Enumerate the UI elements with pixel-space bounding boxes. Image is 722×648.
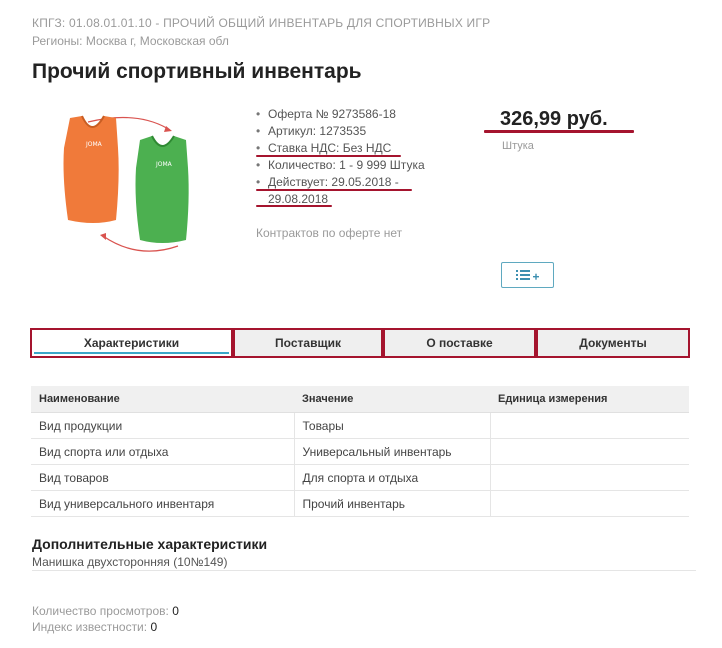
popularity-label: Индекс известности:: [32, 620, 148, 634]
cell-value: Для спорта и отдыха: [293, 464, 490, 491]
cell-value: Товары: [293, 412, 490, 439]
page-title: Прочий спортивный инвентарь: [32, 60, 362, 83]
table-row: Вид универсального инвентаря Прочий инве…: [31, 490, 689, 517]
cell-name: Вид спорта или отдыха: [31, 438, 294, 465]
column-header-unit: Единица измерения: [490, 386, 689, 413]
tab-characteristics[interactable]: Характеристики: [30, 328, 233, 358]
quantity-range: Количество: 1 - 9 999 Штука: [256, 157, 428, 174]
additional-characteristics-value: Манишка двухсторонняя (10№149): [32, 555, 228, 569]
cell-unit: [489, 438, 689, 465]
views-label: Количество просмотров:: [32, 604, 169, 618]
article-number: Артикул: 1273535: [256, 123, 428, 140]
cell-name: Вид продукции: [31, 412, 294, 439]
table-row: Вид спорта или отдыха Универсальный инве…: [31, 438, 689, 465]
validity-underline-1: [256, 189, 412, 191]
divider: [32, 570, 696, 571]
tab-supplier[interactable]: Поставщик: [233, 328, 383, 358]
svg-text:JOMA: JOMA: [155, 161, 173, 168]
product-page: КПГЗ: 01.08.01.01.10 - ПРОЧИЙ ОБЩИЙ ИНВЕ…: [0, 0, 722, 648]
svg-text:JOMA: JOMA: [85, 141, 103, 148]
views-value: 0: [172, 604, 179, 618]
additional-characteristics-heading: Дополнительные характеристики: [32, 536, 268, 552]
popularity-value: 0: [150, 620, 158, 634]
tab-bar: Характеристики Поставщик О поставке Доку…: [30, 328, 690, 358]
cell-name: Вид универсального инвентаря: [31, 490, 294, 517]
cell-unit: [489, 464, 689, 491]
table-header-row: Наименование Значение Единица измерения: [31, 386, 689, 413]
price-unit: Штука: [502, 140, 534, 152]
popularity-stat: Индекс известности: 0: [32, 620, 157, 634]
offer-number: Оферта № 9273586-18: [256, 106, 428, 123]
list-plus-icon: [515, 270, 539, 280]
table-row: Вид продукции Товары: [31, 412, 689, 439]
column-header-name: Наименование: [31, 386, 294, 413]
column-header-value: Значение: [294, 386, 490, 413]
kpgz-code: КПГЗ: 01.08.01.01.10 - ПРОЧИЙ ОБЩИЙ ИНВЕ…: [32, 16, 491, 30]
regions: Регионы: Москва г, Московская обл: [32, 34, 229, 48]
tab-documents[interactable]: Документы: [536, 328, 690, 358]
table-row: Вид товаров Для спорта и отдыха: [31, 464, 689, 491]
cell-value: Универсальный инвентарь: [293, 438, 490, 465]
tab-delivery[interactable]: О поставке: [383, 328, 536, 358]
cell-name: Вид товаров: [31, 464, 294, 491]
cell-unit: [489, 490, 689, 517]
sports-bibs-image: JOMA JOMA: [63, 115, 189, 252]
validity-underline-2: [256, 205, 332, 207]
characteristics-table: Наименование Значение Единица измерения …: [31, 386, 689, 517]
vat-underline: [256, 155, 401, 157]
views-stat: Количество просмотров: 0: [32, 604, 179, 618]
cell-unit: [489, 412, 689, 439]
no-contracts-note: Контрактов по оферте нет: [256, 226, 403, 240]
add-to-list-button[interactable]: [501, 262, 554, 288]
offer-details: Оферта № 9273586-18 Артикул: 1273535 Ста…: [256, 106, 428, 208]
price: 326,99 руб.: [500, 108, 608, 130]
price-underline: [484, 130, 634, 133]
validity-period: Действует: 29.05.2018 - 29.08.2018: [256, 174, 428, 208]
cell-value: Прочий инвентарь: [293, 490, 490, 517]
